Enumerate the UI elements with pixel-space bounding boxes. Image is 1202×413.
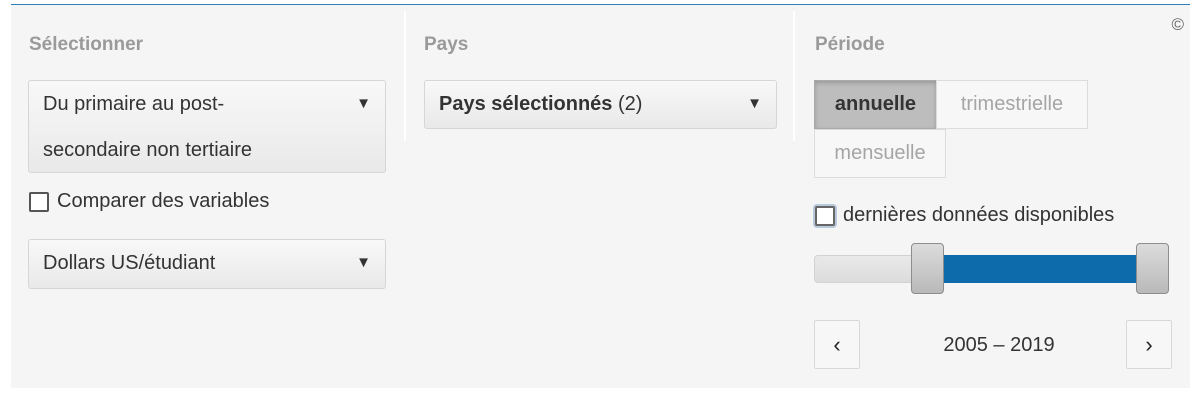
frequency-annual-button[interactable]: annuelle: [814, 80, 937, 129]
indicator-select[interactable]: Du primaire au post- secondaire non tert…: [28, 80, 386, 173]
column-divider: [404, 11, 406, 141]
period-next-button[interactable]: ›: [1126, 320, 1172, 369]
chevron-right-icon: ›: [1145, 331, 1153, 357]
period-range-label: 2005 – 2019: [943, 334, 1055, 356]
frequency-monthly-button[interactable]: mensuelle: [814, 129, 946, 178]
country-heading: Pays: [424, 34, 469, 55]
unit-select-value: Dollars US/étudiant: [43, 252, 216, 274]
country-select-label: Pays sélectionnés: [439, 93, 613, 115]
country-select[interactable]: Pays sélectionnés (2) ▼: [424, 80, 777, 129]
country-select-count: (2): [612, 93, 643, 115]
latest-data-checkbox-row[interactable]: dernières données disponibles: [815, 204, 1114, 227]
period-slider-start-handle[interactable]: [910, 243, 944, 294]
period-slider-end-handle[interactable]: [1136, 243, 1169, 294]
period-heading: Période: [815, 34, 885, 55]
chevron-down-icon: ▼: [747, 95, 762, 112]
period-slider-range: [927, 255, 1153, 283]
indicator-select-line2: secondaire non tertiaire: [43, 139, 253, 161]
latest-data-label: dernières données disponibles: [843, 204, 1115, 226]
compare-variables-checkbox[interactable]: [29, 191, 49, 212]
compare-variables-label: Comparer des variables: [57, 190, 270, 212]
compare-variables-checkbox-row[interactable]: Comparer des variables: [29, 190, 269, 213]
copyright-icon[interactable]: ©: [1171, 15, 1184, 35]
chevron-left-icon: ‹: [833, 331, 841, 357]
select-heading: Sélectionner: [29, 34, 144, 55]
latest-data-checkbox[interactable]: [815, 205, 835, 226]
chevron-down-icon: ▼: [356, 254, 371, 271]
unit-select[interactable]: Dollars US/étudiant ▼: [28, 239, 386, 289]
column-divider: [793, 11, 795, 141]
filter-panel: © Sélectionner Du primaire au post- seco…: [11, 4, 1190, 388]
indicator-select-line1: Du primaire au post-: [43, 93, 225, 115]
period-prev-button[interactable]: ‹: [814, 320, 860, 369]
frequency-quarterly-button[interactable]: trimestrielle: [936, 80, 1088, 129]
chevron-down-icon: ▼: [356, 95, 371, 112]
